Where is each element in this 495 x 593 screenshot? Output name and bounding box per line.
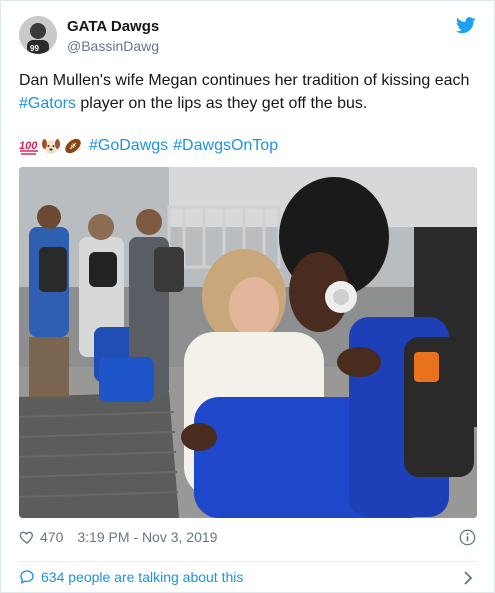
- football-emoji: [65, 138, 81, 154]
- tweet-card: 99 GATA Dawgs @BassinDawg Dan Mullen's w…: [0, 0, 495, 593]
- hundred-points-emoji: 100: [19, 140, 38, 155]
- dog-face-emoji: [42, 139, 60, 154]
- display-name[interactable]: GATA Dawgs: [67, 18, 159, 35]
- speech-bubble-icon: [20, 570, 34, 584]
- tweet-text-part: player on the lips as they get off the b…: [75, 95, 368, 112]
- hashtag-dawgsontop[interactable]: #DawgsOnTop: [173, 134, 278, 158]
- tweet-text-part: Dan Mullen's wife Megan continues her tr…: [19, 72, 470, 89]
- user-avatar[interactable]: 99: [19, 16, 57, 54]
- divider: [19, 561, 477, 562]
- svg-text:100: 100: [19, 140, 38, 152]
- talking-count[interactable]: 634 people are talking about this: [41, 569, 243, 585]
- svg-text:99: 99: [30, 44, 39, 53]
- conversation-link[interactable]: 634 people are talking about this: [19, 569, 243, 585]
- hashtag-gators[interactable]: #Gators: [19, 95, 76, 112]
- tweet-timestamp[interactable]: 3:19 PM - Nov 3, 2019: [77, 529, 217, 545]
- user-handle[interactable]: @BassinDawg: [67, 38, 159, 54]
- heart-icon[interactable]: [19, 529, 35, 545]
- tweet-meta: 470 3:19 PM - Nov 3, 2019: [19, 529, 217, 545]
- tweet-photo[interactable]: [19, 167, 477, 518]
- tweet-text: Dan Mullen's wife Megan continues her tr…: [19, 69, 479, 115]
- emoji-hashtag-line: 100 #GoDawgs #DawgsOnTop: [19, 134, 278, 158]
- hashtag-godawgs[interactable]: #GoDawgs: [89, 134, 168, 158]
- twitter-bird-icon[interactable]: [456, 17, 476, 34]
- chevron-right-icon[interactable]: [463, 571, 473, 585]
- info-icon[interactable]: [459, 529, 476, 546]
- like-count[interactable]: 470: [40, 529, 63, 545]
